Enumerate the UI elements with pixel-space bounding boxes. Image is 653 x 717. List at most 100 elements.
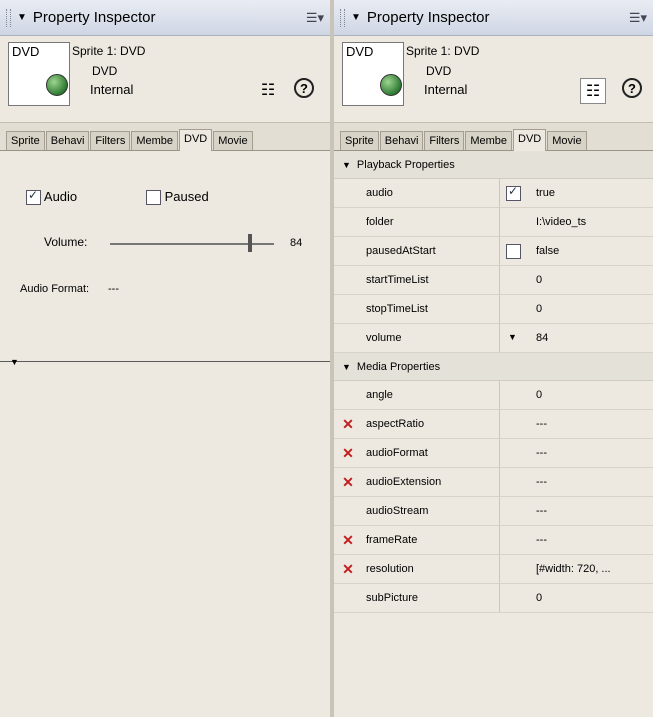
property-name: startTimeList [362,266,500,294]
property-row[interactable]: ✕ audioExtension --- [334,468,653,497]
volume-slider-thumb[interactable] [247,234,252,252]
property-value[interactable]: --- [500,468,653,496]
section-header[interactable]: ▼ Playback Properties [334,151,653,179]
dropdown-arrow-icon[interactable]: ▼ [508,332,517,342]
collapse-triangle-icon[interactable]: ▼ [17,12,27,23]
drag-grip-icon[interactable] [6,8,11,27]
property-row[interactable]: pausedAtStart false [334,237,653,266]
volume-label: Volume: [44,235,88,249]
list-view-icon[interactable]: ☷ [256,78,280,102]
property-row[interactable]: ✕ audioFormat --- [334,439,653,468]
help-icon[interactable]: ? [294,78,314,98]
tab-filters[interactable]: Filters [90,131,131,150]
property-row[interactable]: startTimeList 0 [334,266,653,295]
property-row[interactable]: ✕ frameRate --- [334,526,653,555]
property-row[interactable]: ✕ aspectRatio --- [334,410,653,439]
collapse-triangle-icon[interactable]: ▼ [351,12,361,23]
property-value[interactable]: 0 [500,584,653,612]
expand-triangle-icon[interactable]: ▼ [10,357,19,367]
expand-triangle-icon[interactable]: ▼ [342,160,351,170]
tab-member[interactable]: Membe [131,131,179,150]
row-marker [334,295,362,323]
property-value-text: false [536,245,560,257]
tab-movie[interactable]: Movie [547,131,587,150]
property-name: stopTimeList [362,295,500,323]
property-name: aspectRatio [362,410,500,438]
property-row[interactable]: audioStream --- [334,497,653,526]
property-value[interactable]: I:\video_ts [500,208,653,236]
property-value[interactable]: false [500,237,653,265]
tab-movie[interactable]: Movie [213,131,253,150]
thumbnail-label: DVD [12,44,40,59]
audio-checkbox[interactable]: Audio [26,188,77,206]
tab-behavior[interactable]: Behavi [379,131,424,150]
row-marker [334,208,362,236]
audio-format-value: --- [108,283,119,295]
property-value[interactable]: ▼ 84 [500,324,653,352]
list-view-icon[interactable]: ☷ [580,78,606,104]
property-name: angle [362,381,500,409]
paused-label: Paused [164,189,209,204]
property-value[interactable]: --- [500,410,653,438]
section-title: Media Properties [356,360,441,373]
property-value-text: 0 [536,389,543,401]
property-value[interactable]: [#width: 720, ... [500,555,653,583]
title-bar[interactable]: ▼ Property Inspector ☰▾ [0,0,330,36]
tab-sprite[interactable]: Sprite [340,131,379,150]
row-marker [334,584,362,612]
section-title: Playback Properties [356,158,455,171]
value-checkbox[interactable] [506,184,521,201]
property-value[interactable]: true [500,179,653,207]
error-x-icon: ✕ [342,531,354,548]
audio-checkbox-box[interactable] [26,188,41,206]
property-value[interactable]: --- [500,526,653,554]
property-value[interactable]: 0 [500,295,653,323]
globe-icon [380,74,402,96]
right-property-inspector: ▼ Property Inspector ☰▾ DVD Sprite 1: DV… [334,0,653,717]
options-menu-icon[interactable]: ☰▾ [629,10,647,26]
property-value-text: true [536,187,555,199]
property-value[interactable]: 0 [500,381,653,409]
property-value-text: 0 [536,592,543,604]
property-row[interactable]: ✕ resolution [#width: 720, ... [334,555,653,584]
property-row[interactable]: subPicture 0 [334,584,653,613]
property-row[interactable]: audio true [334,179,653,208]
property-name: volume [362,324,500,352]
tab-bar: Sprite Behavi Filters Membe DVD Movie [0,123,330,151]
row-marker [334,266,362,294]
property-value[interactable]: --- [500,439,653,467]
tab-behavior[interactable]: Behavi [45,131,90,150]
property-value-text: --- [536,534,547,546]
property-grid: ▼ Playback Properties audio true folder I:\vi… [334,151,653,613]
property-value[interactable]: 0 [500,266,653,294]
tab-member[interactable]: Membe [465,131,513,150]
property-name: audioExtension [362,468,500,496]
property-row[interactable]: volume ▼ 84 [334,324,653,353]
property-value[interactable]: --- [500,497,653,525]
drag-grip-icon[interactable] [340,8,345,27]
property-value-text: I:\video_ts [536,216,587,228]
options-menu-icon[interactable]: ☰▾ [306,10,324,26]
row-marker [334,381,362,409]
expand-triangle-icon[interactable]: ▼ [342,362,351,372]
property-row[interactable]: stopTimeList 0 [334,295,653,324]
row-marker [334,179,362,207]
property-row[interactable]: angle 0 [334,381,653,410]
property-value-text: --- [536,476,547,488]
member-name: DVD [92,64,118,78]
tab-dvd[interactable]: DVD [179,129,213,151]
value-checkbox[interactable] [506,244,521,259]
tab-filters[interactable]: Filters [424,131,465,150]
tab-dvd[interactable]: DVD [513,129,547,151]
property-value-text: 0 [536,303,543,315]
property-name: subPicture [362,584,500,612]
paused-checkbox-box[interactable] [146,190,161,206]
paused-checkbox[interactable]: Paused [146,189,209,206]
section-header[interactable]: ▼ Media Properties [334,353,653,381]
property-value-text: --- [536,418,547,430]
tab-sprite[interactable]: Sprite [6,131,45,150]
title-bar[interactable]: ▼ Property Inspector ☰▾ [334,0,653,36]
help-icon[interactable]: ? [622,78,642,98]
property-row[interactable]: folder I:\video_ts [334,208,653,237]
sprite-info: DVD Sprite 1: DVD DVD Internal ☷ ? [334,36,653,123]
